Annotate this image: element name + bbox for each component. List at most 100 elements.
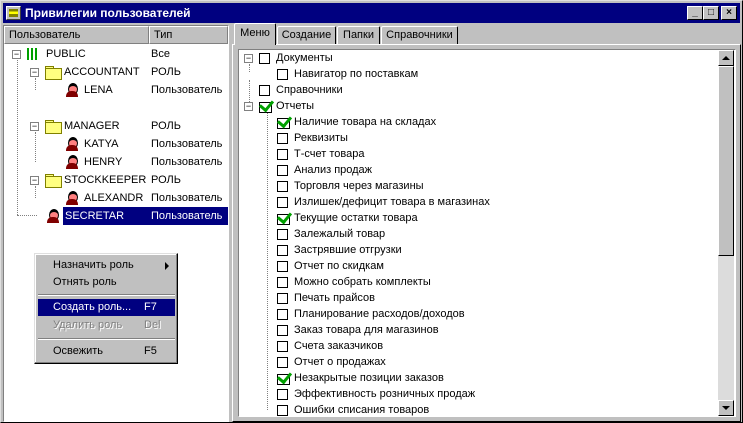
- tab-create[interactable]: Создание: [277, 26, 336, 45]
- checkbox[interactable]: [277, 229, 288, 240]
- tree-row-label: PUBLIC: [46, 48, 86, 60]
- checkbox[interactable]: [277, 181, 288, 192]
- group-icon: [27, 48, 39, 60]
- collapse-icon[interactable]: −: [30, 176, 39, 185]
- tree-row-label: LENA: [84, 84, 113, 96]
- checkbox[interactable]: [259, 85, 270, 96]
- checkbox[interactable]: [277, 309, 288, 320]
- tree-row-label: ALEXANDR: [84, 192, 144, 204]
- maximize-button[interactable]: □: [703, 6, 719, 20]
- menu-item-create-role[interactable]: Создать роль... F7: [38, 299, 175, 316]
- checkbox[interactable]: [277, 405, 288, 416]
- tab-folders[interactable]: Папки: [337, 26, 380, 45]
- menu-item-shortcut: F7: [144, 301, 157, 313]
- tab-menu[interactable]: Меню: [234, 23, 276, 45]
- checkbox[interactable]: [277, 325, 288, 336]
- tree-row-public[interactable]: − PUBLIC Все: [4, 45, 228, 63]
- collapse-icon[interactable]: −: [244, 102, 253, 111]
- checkbox[interactable]: [277, 197, 288, 208]
- scroll-down-icon[interactable]: [718, 400, 734, 416]
- user-icon: [66, 191, 78, 205]
- checkbox-checked-icon[interactable]: [277, 211, 291, 225]
- user-icon: [66, 137, 78, 151]
- tree-row-type: Пользователь: [151, 192, 223, 204]
- tree-row-stockkeeper[interactable]: − STOCKKEEPER РОЛЬ: [4, 171, 228, 189]
- column-header-user[interactable]: Пользователь: [4, 26, 149, 44]
- menu-node-label: Торговля через магазины: [294, 180, 424, 192]
- menu-node-label: Залежалый товар: [294, 228, 386, 240]
- folder-icon: [45, 174, 62, 188]
- scroll-thumb[interactable]: [718, 66, 734, 256]
- tab-references[interactable]: Справочники: [381, 26, 458, 45]
- menu-node-label: Наличие товара на складах: [294, 116, 437, 128]
- menu-item-label: Удалить роль: [53, 319, 123, 331]
- close-button[interactable]: ×: [721, 6, 737, 20]
- collapse-icon[interactable]: −: [12, 50, 21, 59]
- checkbox[interactable]: [277, 69, 288, 80]
- menu-node-label: Печать прайсов: [294, 292, 376, 304]
- checkbox[interactable]: [277, 133, 288, 144]
- tree-row-lena[interactable]: LENA Пользователь: [4, 81, 228, 99]
- folder-icon: [45, 66, 62, 80]
- menu-node-label: Можно собрать комплекты: [294, 276, 431, 288]
- menu-node-label: Отчет по скидкам: [294, 260, 384, 272]
- menu-item-label: Освежить: [53, 345, 104, 357]
- scroll-up-icon[interactable]: [718, 50, 734, 66]
- menu-node-label: Реквизиты: [294, 132, 348, 144]
- privileges-window: Привилегии пользователей _ □ × Пользоват…: [0, 0, 743, 423]
- checkbox[interactable]: [277, 357, 288, 368]
- menu-item-label: Создать роль...: [53, 301, 132, 313]
- menu-item-delete-role: Удалить роль Del: [38, 317, 175, 334]
- user-icon: [47, 209, 59, 223]
- checkbox-checked-icon[interactable]: [277, 115, 291, 129]
- tree-row-type: РОЛЬ: [151, 174, 181, 186]
- checkbox[interactable]: [277, 389, 288, 400]
- checkbox[interactable]: [277, 245, 288, 256]
- checkbox[interactable]: [277, 277, 288, 288]
- minimize-button[interactable]: _: [687, 6, 703, 20]
- tree-row-type: РОЛЬ: [151, 66, 181, 78]
- column-header-type[interactable]: Тип: [149, 26, 228, 44]
- collapse-icon[interactable]: −: [30, 122, 39, 131]
- tree-row-secretar[interactable]: SECRETAR Пользователь: [4, 207, 228, 225]
- checkbox-checked-icon[interactable]: [259, 99, 273, 113]
- menu-item-refresh[interactable]: Освежить F5: [38, 343, 175, 360]
- menu-item-shortcut: Del: [144, 319, 161, 331]
- vertical-scrollbar[interactable]: [718, 50, 734, 416]
- title-bar[interactable]: Привилегии пользователей _ □ ×: [3, 3, 740, 23]
- menu-node-label: Эффективность розничных продаж: [294, 388, 476, 400]
- menu-item-assign-role[interactable]: Назначить роль: [38, 257, 175, 274]
- tree-row-type: Пользователь: [149, 207, 228, 225]
- menu-node-label: Т-счет товара: [294, 148, 365, 160]
- menu-item-revoke-role[interactable]: Отнять роль: [38, 274, 175, 291]
- menu-node-label: Планирование расходов/доходов: [294, 308, 465, 320]
- menu-node-label: Отчет о продажах: [294, 356, 386, 368]
- tree-row-label: KATYA: [84, 138, 119, 150]
- checkbox[interactable]: [277, 293, 288, 304]
- checkbox[interactable]: [277, 149, 288, 160]
- submenu-arrow-icon: [165, 262, 169, 270]
- tree-row-katya[interactable]: KATYA Пользователь: [4, 135, 228, 153]
- checkbox-checked-icon[interactable]: [277, 371, 291, 385]
- tree-row-type: Пользователь: [151, 156, 223, 168]
- collapse-icon[interactable]: −: [244, 54, 253, 63]
- menu-permissions-tree[interactable]: − Документы Навигатор по поставкам Справ…: [238, 49, 736, 417]
- collapse-icon[interactable]: −: [30, 68, 39, 77]
- checkbox[interactable]: [277, 341, 288, 352]
- checkbox[interactable]: [277, 261, 288, 272]
- menu-node-label: Застрявшие отгрузки: [294, 244, 402, 256]
- folder-icon: [45, 120, 62, 134]
- app-icon[interactable]: [6, 6, 21, 20]
- tree-row-manager[interactable]: − MANAGER РОЛЬ: [4, 117, 228, 135]
- tree-row-accountant[interactable]: − ACCOUNTANT РОЛЬ: [4, 63, 228, 81]
- checkbox[interactable]: [277, 165, 288, 176]
- menu-node-label: Документы: [276, 52, 333, 64]
- tree-row-alexandr[interactable]: ALEXANDR Пользователь: [4, 189, 228, 207]
- menu-node-label: Излишек/дефицит товара в магазинах: [294, 196, 490, 208]
- menu-separator: [38, 338, 175, 340]
- tree-row-label: SECRETAR: [63, 207, 149, 225]
- tree-row-type: Пользователь: [151, 138, 223, 150]
- tree-row-henry[interactable]: HENRY Пользователь: [4, 153, 228, 171]
- checkbox[interactable]: [259, 53, 270, 64]
- tree-row-label: ACCOUNTANT: [64, 66, 140, 78]
